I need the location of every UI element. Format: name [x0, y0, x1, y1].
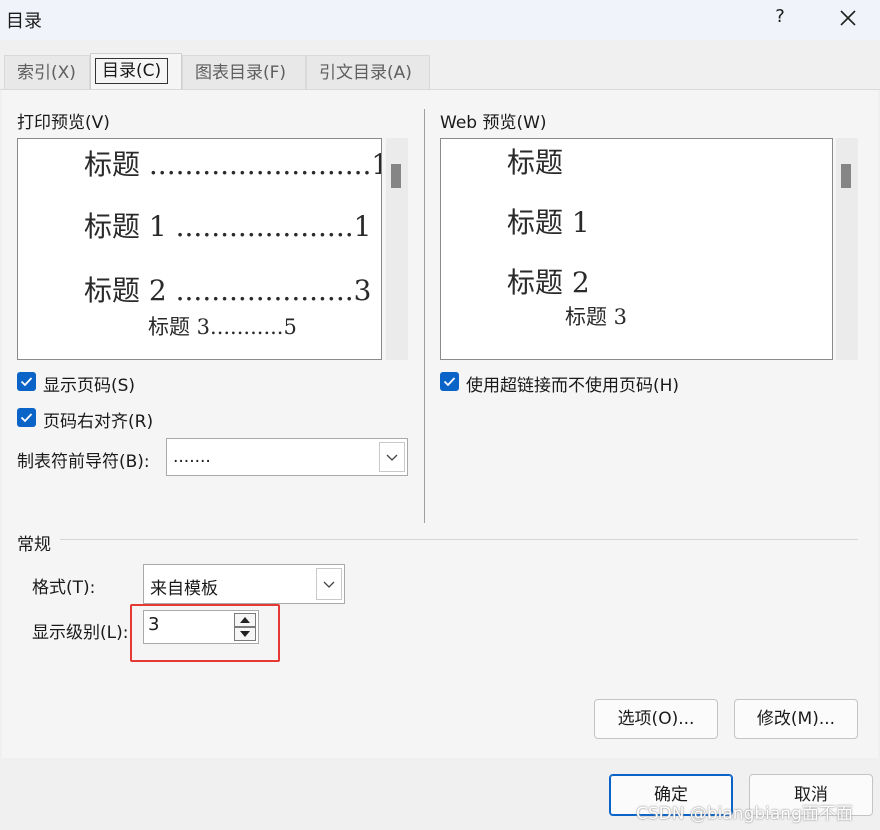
- format-label: 格式(T):: [32, 578, 96, 598]
- tab-leader-label: 制表符前导符(B):: [17, 452, 150, 472]
- print-preview-line-2[interactable]: 标题 1 ....................1: [84, 205, 371, 245]
- show-page-numbers-label[interactable]: 显示页码(S): [43, 371, 135, 396]
- tab-citations-label: 引文目录(A): [319, 63, 412, 83]
- checkmark-icon: [443, 377, 456, 387]
- print-preview-scrollbar[interactable]: [386, 138, 408, 360]
- use-hyperlinks-checkbox[interactable]: [440, 372, 459, 391]
- print-preview-line-3[interactable]: 标题 2 ....................3: [84, 269, 371, 309]
- right-align-checkbox[interactable]: [17, 408, 36, 427]
- chevron-down-icon: [386, 454, 398, 461]
- options-button[interactable]: 选项(O)...: [594, 699, 718, 739]
- tab-toc-label: 目录(C): [95, 58, 169, 84]
- general-divider: [60, 539, 858, 540]
- print-preview-line-4[interactable]: 标题 3...........5: [148, 311, 297, 341]
- web-preview-line-3[interactable]: 标题 2: [507, 261, 590, 301]
- tab-citations[interactable]: 引文目录(A): [306, 55, 430, 90]
- format-dropdown-button[interactable]: [316, 568, 342, 600]
- print-preview-box: 标题 .........................1 标题 1 .....…: [17, 138, 382, 360]
- tab-leader-dropdown-button[interactable]: [379, 442, 405, 472]
- web-preview-label: Web 预览(W): [440, 113, 547, 133]
- checkmark-icon: [20, 413, 33, 423]
- dialog-title: 目录: [6, 11, 42, 32]
- web-preview-box: 标题 标题 1 标题 2 标题 3: [440, 138, 833, 360]
- checkmark-icon: [20, 377, 33, 387]
- tab-figures[interactable]: 图表目录(F): [182, 55, 306, 90]
- tab-toc[interactable]: 目录(C): [90, 53, 182, 90]
- modify-button[interactable]: 修改(M)...: [734, 699, 858, 739]
- web-preview-line-4[interactable]: 标题 3: [565, 301, 627, 331]
- close-icon: [840, 10, 856, 26]
- print-preview-line-1[interactable]: 标题 .........................1: [84, 143, 381, 183]
- title-bar: [0, 0, 880, 40]
- right-align-label[interactable]: 页码右对齐(R): [43, 407, 153, 432]
- help-button[interactable]: ?: [770, 6, 790, 32]
- format-select[interactable]: 来自模板: [143, 564, 345, 604]
- tab-index-label: 索引(X): [17, 63, 76, 83]
- tab-figures-label: 图表目录(F): [195, 63, 287, 83]
- levels-label: 显示级别(L):: [32, 623, 129, 643]
- web-preview-line-1[interactable]: 标题: [507, 141, 563, 181]
- print-preview-scroll-thumb[interactable]: [391, 164, 401, 188]
- print-preview-label: 打印预览(V): [17, 113, 110, 133]
- tab-leader-select[interactable]: .......: [166, 438, 408, 476]
- chevron-down-icon: [323, 581, 335, 588]
- web-preview-scrollbar[interactable]: [836, 138, 858, 360]
- show-page-numbers-checkbox[interactable]: [17, 372, 36, 391]
- general-section-label: 常规: [17, 535, 51, 555]
- format-value: 来自模板: [150, 579, 218, 599]
- tab-leader-value: .......: [173, 447, 211, 467]
- web-preview-scroll-thumb[interactable]: [841, 164, 851, 188]
- use-hyperlinks-label[interactable]: 使用超链接而不使用页码(H): [466, 371, 679, 396]
- column-divider: [424, 109, 425, 523]
- watermark-text: CSDN @biangbiang面不面: [636, 804, 853, 824]
- close-button[interactable]: [838, 4, 862, 32]
- highlight-annotation-box: [130, 604, 280, 662]
- web-preview-line-2[interactable]: 标题 1: [507, 201, 590, 241]
- tab-index[interactable]: 索引(X): [4, 55, 90, 90]
